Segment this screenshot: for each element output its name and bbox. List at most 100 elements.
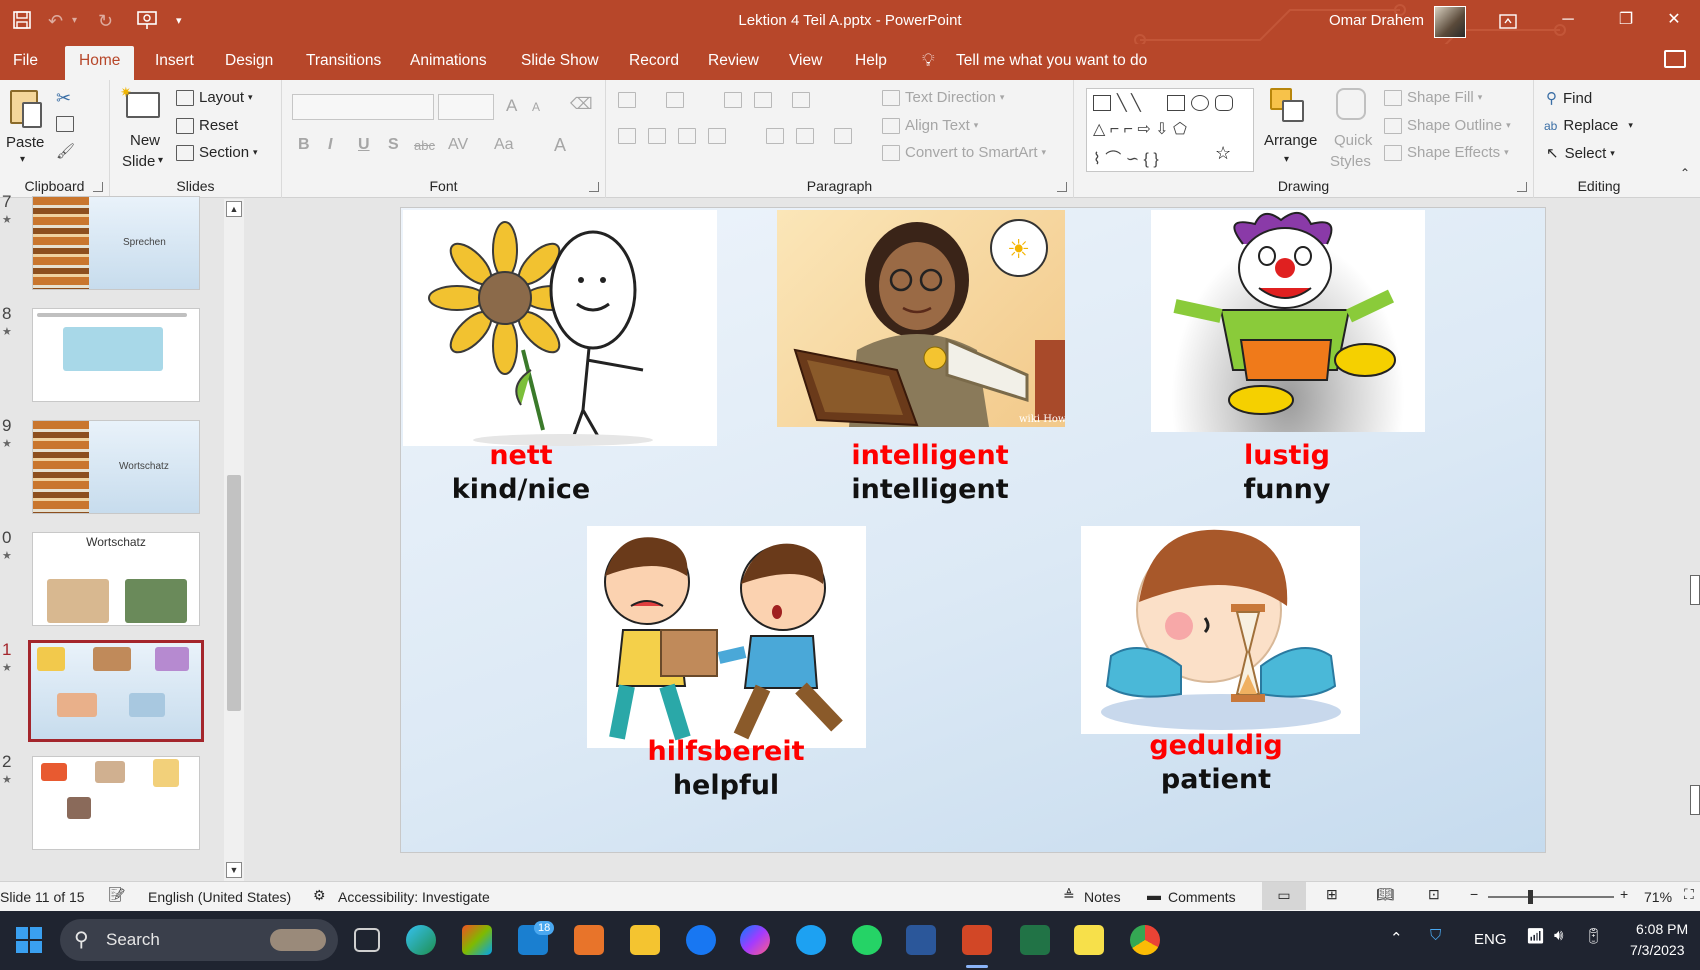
text-direction-button[interactable]: Text Direction ▾ bbox=[882, 89, 1004, 106]
shape-textbox[interactable] bbox=[1093, 95, 1111, 111]
image-patient-boy-hourglass[interactable] bbox=[1081, 526, 1360, 734]
align-left-icon[interactable] bbox=[618, 128, 641, 144]
slide-thumbnail-7[interactable]: Sprechen bbox=[32, 196, 200, 290]
word-english[interactable]: funny bbox=[1191, 474, 1383, 505]
tab-view[interactable]: View bbox=[789, 52, 822, 70]
align-text-button[interactable]: Align Text ▾ bbox=[882, 117, 978, 134]
shape-rounded-rect[interactable] bbox=[1215, 95, 1233, 111]
clear-formatting-icon[interactable]: ⌫ bbox=[570, 94, 593, 114]
accessibility-icon[interactable]: ⚙ bbox=[313, 887, 326, 904]
shape-oval[interactable] bbox=[1191, 95, 1209, 111]
rtl-icon[interactable] bbox=[796, 128, 819, 144]
file-explorer-icon[interactable] bbox=[630, 925, 660, 955]
ltr-icon[interactable] bbox=[766, 128, 789, 144]
shape-rectangle[interactable] bbox=[1167, 95, 1185, 111]
tab-home[interactable]: Home bbox=[65, 46, 135, 80]
shadow-button[interactable]: S bbox=[388, 136, 399, 154]
shape-curves[interactable]: ⌇ ⌒ ∽ { } bbox=[1093, 145, 1159, 169]
paste-dropdown-icon[interactable]: ▾ bbox=[20, 154, 25, 165]
image-helpful-boys[interactable] bbox=[587, 526, 866, 748]
windows-start-icon[interactable] bbox=[14, 925, 44, 955]
shape-effects-button[interactable]: Shape Effects ▾ bbox=[1384, 144, 1509, 161]
tab-animations[interactable]: Animations bbox=[410, 52, 487, 70]
twitter-icon[interactable] bbox=[796, 925, 826, 955]
font-size-combo[interactable] bbox=[438, 94, 494, 120]
slideshow-view-icon[interactable]: ⊡ bbox=[1428, 886, 1440, 903]
minimize-icon[interactable]: ─ bbox=[1538, 0, 1598, 44]
shape-fill-button[interactable]: Shape Fill ▾ bbox=[1384, 89, 1482, 106]
format-painter-icon[interactable]: 🖌︎ bbox=[56, 142, 75, 160]
messenger-icon[interactable] bbox=[740, 925, 770, 955]
reading-view-icon[interactable]: 📖︎ bbox=[1376, 886, 1394, 903]
maximize-icon[interactable]: ❐ bbox=[1596, 0, 1656, 44]
quick-styles-button-line1[interactable]: Quick bbox=[1334, 132, 1372, 149]
quick-styles-icon[interactable] bbox=[1336, 88, 1366, 120]
collapse-ribbon-icon[interactable]: ⌃ bbox=[1680, 166, 1690, 180]
character-spacing-button[interactable]: AV bbox=[448, 136, 468, 154]
shape-lines[interactable]: ╲ ╲ bbox=[1117, 93, 1141, 113]
right-scroll-edge[interactable] bbox=[1690, 575, 1700, 605]
bullets-icon[interactable] bbox=[618, 92, 641, 108]
thumbnail-scrollbar[interactable]: ▲ ▼ bbox=[224, 199, 244, 881]
font-dialog-launcher-icon[interactable] bbox=[589, 182, 599, 192]
facebook-icon[interactable] bbox=[686, 925, 716, 955]
word-icon[interactable] bbox=[906, 925, 936, 955]
user-name[interactable]: Omar Drahem bbox=[1329, 12, 1424, 29]
comments-button[interactable]: Comments bbox=[1168, 889, 1236, 905]
notes-button[interactable]: Notes bbox=[1084, 889, 1121, 905]
word-german[interactable]: hilfsbereit bbox=[601, 736, 851, 767]
align-center-icon[interactable] bbox=[648, 128, 671, 144]
slide-counter[interactable]: Slide 11 of 15 bbox=[0, 889, 85, 905]
tab-transitions[interactable]: Transitions bbox=[306, 52, 381, 70]
new-slide-button-line2[interactable]: Slide bbox=[122, 153, 155, 170]
arrange-button[interactable]: Arrange bbox=[1264, 132, 1317, 149]
decrease-font-icon[interactable]: A bbox=[532, 100, 540, 114]
drawing-dialog-launcher-icon[interactable] bbox=[1517, 182, 1527, 192]
bold-button[interactable]: B bbox=[298, 136, 310, 154]
powerpoint-icon[interactable] bbox=[962, 925, 992, 955]
zoom-slider-thumb[interactable] bbox=[1528, 890, 1533, 904]
input-language[interactable]: ENG bbox=[1474, 931, 1507, 948]
slide-thumbnail-10[interactable]: Wortschatz bbox=[32, 532, 200, 626]
scroll-down-icon[interactable]: ▼ bbox=[226, 862, 242, 878]
scroll-up-icon[interactable]: ▲ bbox=[226, 201, 242, 217]
image-sunflower-stick-figure[interactable] bbox=[403, 210, 717, 446]
volume-icon[interactable]: 🔊︎ bbox=[1554, 927, 1563, 944]
layout-button[interactable]: Layout ▾ bbox=[176, 89, 253, 106]
comments-icon[interactable] bbox=[1664, 50, 1686, 68]
tab-insert[interactable]: Insert bbox=[155, 52, 194, 70]
word-english[interactable]: kind/nice bbox=[421, 474, 621, 505]
image-reading-girl[interactable]: ☀ wiki How bbox=[777, 210, 1065, 427]
slide-thumbnail-11[interactable] bbox=[28, 640, 204, 742]
find-button[interactable]: ⚲ Find bbox=[1546, 89, 1592, 108]
italic-button[interactable]: I bbox=[328, 136, 332, 154]
normal-view-icon[interactable]: ▭ bbox=[1262, 882, 1306, 910]
ribbon-display-options-icon[interactable] bbox=[1478, 0, 1538, 44]
notes-icon[interactable]: ≜ bbox=[1063, 887, 1075, 904]
slide-canvas[interactable]: ☀ wiki How nett kind/nice intelligent in… bbox=[400, 207, 1546, 853]
slide-sorter-icon[interactable]: ⊞ bbox=[1326, 886, 1338, 903]
image-clown[interactable] bbox=[1151, 210, 1425, 432]
scrollbar-thumb[interactable] bbox=[227, 475, 241, 711]
sticky-notes-icon[interactable] bbox=[1074, 925, 1104, 955]
zoom-level[interactable]: 71% bbox=[1644, 889, 1672, 905]
fit-to-window-icon[interactable]: ⛶ bbox=[1684, 886, 1694, 903]
word-german[interactable]: intelligent bbox=[811, 440, 1049, 471]
line-spacing-icon[interactable] bbox=[792, 92, 815, 108]
paragraph-dialog-launcher-icon[interactable] bbox=[1057, 182, 1067, 192]
shape-outline-button[interactable]: Shape Outline ▾ bbox=[1384, 117, 1511, 134]
tab-file[interactable]: File bbox=[13, 52, 38, 70]
section-button[interactable]: Section ▾ bbox=[176, 144, 258, 161]
zoom-slider[interactable] bbox=[1488, 896, 1614, 898]
edge-browser-icon[interactable] bbox=[406, 925, 436, 955]
media-player-icon[interactable] bbox=[574, 925, 604, 955]
convert-smartart-button[interactable]: Convert to SmartArt ▾ bbox=[882, 144, 1046, 161]
taskbar-search[interactable]: ⚲ Search bbox=[60, 919, 338, 961]
underline-button[interactable]: U bbox=[358, 136, 370, 154]
tab-review[interactable]: Review bbox=[708, 52, 759, 70]
security-shield-icon[interactable]: ⛉ bbox=[1430, 927, 1441, 944]
new-slide-button-line1[interactable]: New bbox=[130, 132, 160, 149]
tab-help[interactable]: Help bbox=[855, 52, 887, 70]
avatar[interactable] bbox=[1434, 6, 1466, 38]
zoom-in-icon[interactable]: + bbox=[1620, 886, 1628, 902]
